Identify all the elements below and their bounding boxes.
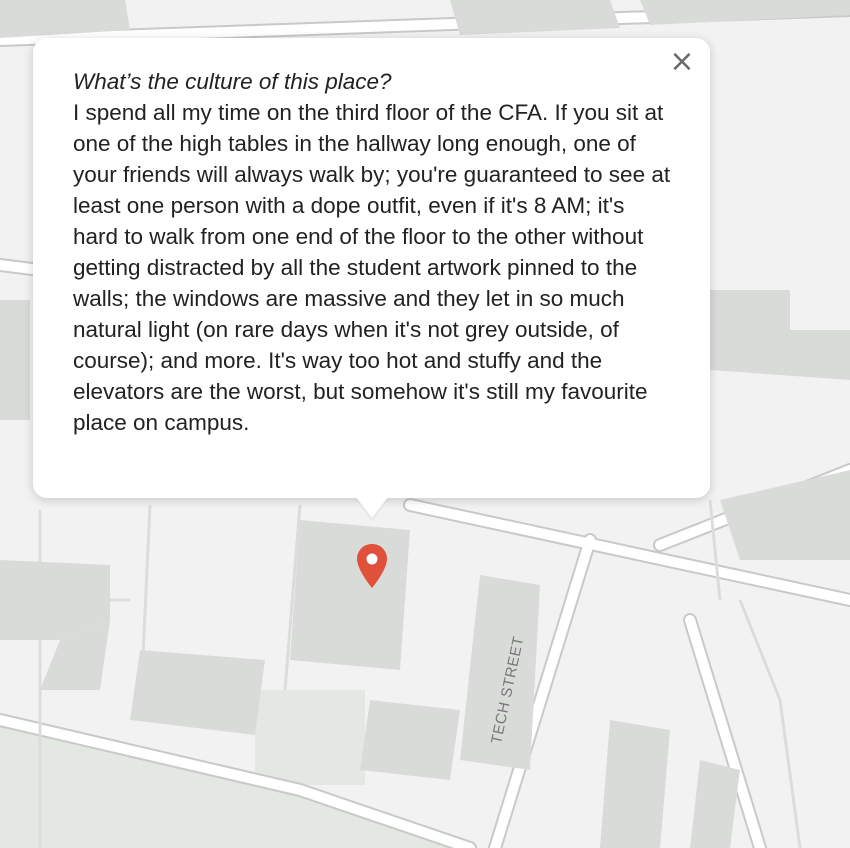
popup-question: What’s the culture of this place? [73, 69, 392, 94]
popup-content: What’s the culture of this place? I spen… [73, 66, 673, 438]
building [600, 720, 670, 848]
building [290, 520, 410, 670]
map-pin-icon[interactable] [354, 542, 390, 590]
popup-answer: I spend all my time on the third floor o… [73, 100, 671, 435]
building [0, 300, 30, 420]
popup-pointer [355, 496, 389, 518]
building [130, 650, 265, 735]
info-popup: × What’s the culture of this place? I sp… [33, 38, 710, 498]
building [360, 700, 460, 780]
park-area [255, 690, 365, 785]
